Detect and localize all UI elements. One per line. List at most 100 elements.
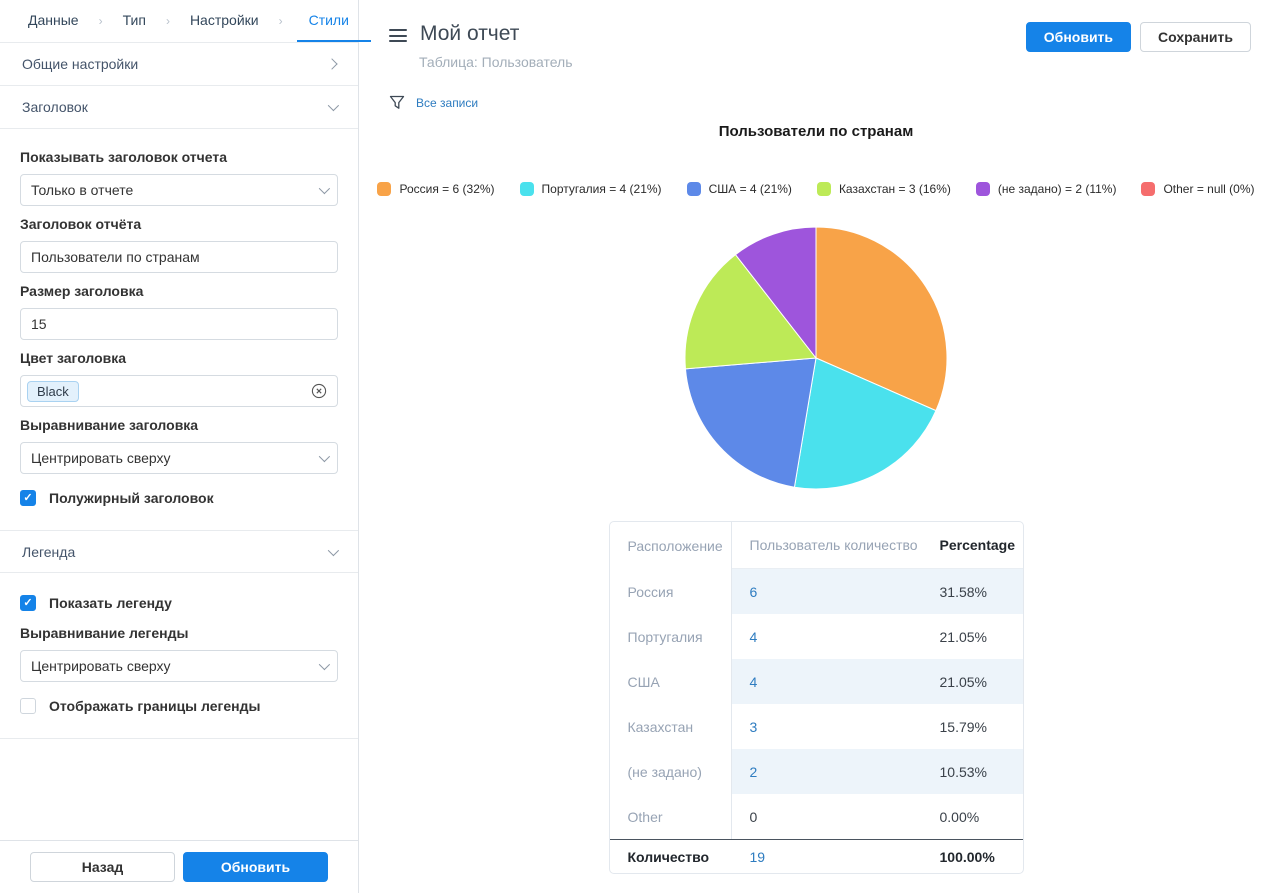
cell-count: 4 xyxy=(732,614,925,659)
legend-label: Россия = 6 (32%) xyxy=(399,182,494,196)
back-button[interactable]: Назад xyxy=(30,852,175,882)
report-title-label: Заголовок отчёта xyxy=(20,216,338,232)
cell-percentage: 31.58% xyxy=(925,569,1023,614)
report-title: Мой отчет xyxy=(420,22,519,46)
report-table: Расположение Пользователь количество Per… xyxy=(609,521,1024,874)
count-link[interactable]: 3 xyxy=(750,719,758,735)
pie-slice[interactable] xyxy=(685,358,816,487)
legend-label: Other = null (0%) xyxy=(1163,182,1254,196)
sidebar-spacer xyxy=(0,739,358,840)
report-actions: Обновить Сохранить xyxy=(1026,22,1251,52)
legend-border-checkbox-row[interactable]: Отображать границы легенды xyxy=(20,698,338,714)
legend-item[interactable]: США = 4 (21%) xyxy=(687,182,792,196)
bold-title-label: Полужирный заголовок xyxy=(49,490,214,506)
legend-item[interactable]: (не задано) = 2 (11%) xyxy=(976,182,1117,196)
legend-align-select[interactable]: Центрировать сверху xyxy=(20,650,338,682)
table-row: Other 0 0.00% xyxy=(610,794,1023,839)
show-legend-checkbox-row[interactable]: Показать легенду xyxy=(20,595,338,611)
column-header-count[interactable]: Пользователь количество xyxy=(732,522,925,569)
title-size-input[interactable] xyxy=(20,308,338,340)
legend-swatch xyxy=(817,182,831,196)
show-legend-label: Показать легенду xyxy=(49,595,172,611)
tab-type[interactable]: Тип xyxy=(117,0,152,42)
footer-percentage: 100.00% xyxy=(925,839,1023,873)
legend-align-select-value: Центрировать сверху xyxy=(31,658,171,674)
report-subtitle: Таблица: Пользователь xyxy=(419,54,573,70)
section-general-settings[interactable]: Общие настройки xyxy=(0,43,358,86)
bold-title-checkbox[interactable] xyxy=(20,490,36,506)
count-link[interactable]: 4 xyxy=(750,629,758,645)
section-general-settings-label: Общие настройки xyxy=(22,56,138,72)
title-color-label: Цвет заголовка xyxy=(20,350,338,366)
settings-sidebar: Данные › Тип › Настройки › Стили Общие н… xyxy=(0,0,359,893)
cell-count: 0 xyxy=(732,794,925,839)
sidebar-update-button[interactable]: Обновить xyxy=(183,852,328,882)
cell-location: Other xyxy=(610,794,732,839)
footer-label: Количество xyxy=(610,839,732,873)
section-legend[interactable]: Легенда xyxy=(0,530,358,573)
show-title-select-value: Только в отчете xyxy=(31,182,133,198)
table-row: (не задано) 2 10.53% xyxy=(610,749,1023,794)
column-header-percentage[interactable]: Percentage xyxy=(925,522,1023,569)
tab-data[interactable]: Данные xyxy=(22,0,85,42)
count-link[interactable]: 2 xyxy=(750,764,758,780)
tab-settings[interactable]: Настройки xyxy=(184,0,265,42)
title-align-label: Выравнивание заголовка xyxy=(20,417,338,433)
cell-location: Казахстан xyxy=(610,704,732,749)
chart-legend: Россия = 6 (32%) Португалия = 4 (21%) СШ… xyxy=(359,182,1273,196)
report-builder-app: Данные › Тип › Настройки › Стили Общие н… xyxy=(0,0,1273,893)
cell-count: 6 xyxy=(732,569,925,614)
show-title-select[interactable]: Только в отчете xyxy=(20,174,338,206)
legend-label: Казахстан = 3 (16%) xyxy=(839,182,951,196)
title-align-select[interactable]: Центрировать сверху xyxy=(20,442,338,474)
legend-item[interactable]: Россия = 6 (32%) xyxy=(377,182,494,196)
report-table-area: Расположение Пользователь количество Per… xyxy=(359,521,1273,874)
save-button[interactable]: Сохранить xyxy=(1140,22,1251,52)
legend-item[interactable]: Португалия = 4 (21%) xyxy=(520,182,662,196)
show-legend-checkbox[interactable] xyxy=(20,595,36,611)
sidebar-footer: Назад Обновить xyxy=(0,840,358,893)
cell-count: 2 xyxy=(732,749,925,794)
column-header-location[interactable]: Расположение xyxy=(610,522,732,569)
cell-count: 4 xyxy=(732,659,925,704)
title-align-select-value: Центрировать сверху xyxy=(31,450,171,466)
report-header-left: Мой отчет Таблица: Пользователь xyxy=(389,22,573,70)
pie-chart[interactable] xyxy=(685,227,947,489)
bold-title-checkbox-row[interactable]: Полужирный заголовок xyxy=(20,490,338,506)
legend-swatch xyxy=(520,182,534,196)
show-title-label: Показывать заголовок отчета xyxy=(20,149,338,165)
filter-label: Все записи xyxy=(416,96,478,110)
legend-item[interactable]: Казахстан = 3 (16%) xyxy=(817,182,951,196)
chevron-down-icon xyxy=(328,100,339,111)
legend-align-label: Выравнивание легенды xyxy=(20,625,338,641)
filter-row[interactable]: Все записи xyxy=(389,95,1273,111)
clear-icon[interactable] xyxy=(311,383,327,399)
count-link[interactable]: 19 xyxy=(750,849,766,865)
table-footer-row: Количество 19 100.00% xyxy=(610,839,1023,873)
report-title-input[interactable] xyxy=(20,241,338,273)
cell-count: 3 xyxy=(732,704,925,749)
refresh-button[interactable]: Обновить xyxy=(1026,22,1131,52)
count-link[interactable]: 6 xyxy=(750,584,758,600)
menu-icon[interactable] xyxy=(389,26,407,42)
breadcrumb-chevron-icon: › xyxy=(166,14,170,28)
section-legend-label: Легенда xyxy=(22,544,75,560)
cell-percentage: 0.00% xyxy=(925,794,1023,839)
title-color-input[interactable]: Black xyxy=(20,375,338,407)
sidebar-tab-bar: Данные › Тип › Настройки › Стили xyxy=(0,0,358,43)
count-link[interactable]: 4 xyxy=(750,674,758,690)
legend-swatch xyxy=(1141,182,1155,196)
legend-swatch xyxy=(687,182,701,196)
chevron-down-icon xyxy=(319,659,330,670)
filter-icon xyxy=(389,95,405,111)
chevron-down-icon xyxy=(319,183,330,194)
cell-percentage: 15.79% xyxy=(925,704,1023,749)
table-row: Россия 6 31.58% xyxy=(610,569,1023,614)
color-tag[interactable]: Black xyxy=(27,381,79,402)
legend-item[interactable]: Other = null (0%) xyxy=(1141,182,1254,196)
report-main: Мой отчет Таблица: Пользователь Обновить… xyxy=(359,0,1273,893)
section-title[interactable]: Заголовок xyxy=(0,86,358,129)
cell-location: Россия xyxy=(610,569,732,614)
legend-border-checkbox[interactable] xyxy=(20,698,36,714)
legend-label: США = 4 (21%) xyxy=(709,182,792,196)
